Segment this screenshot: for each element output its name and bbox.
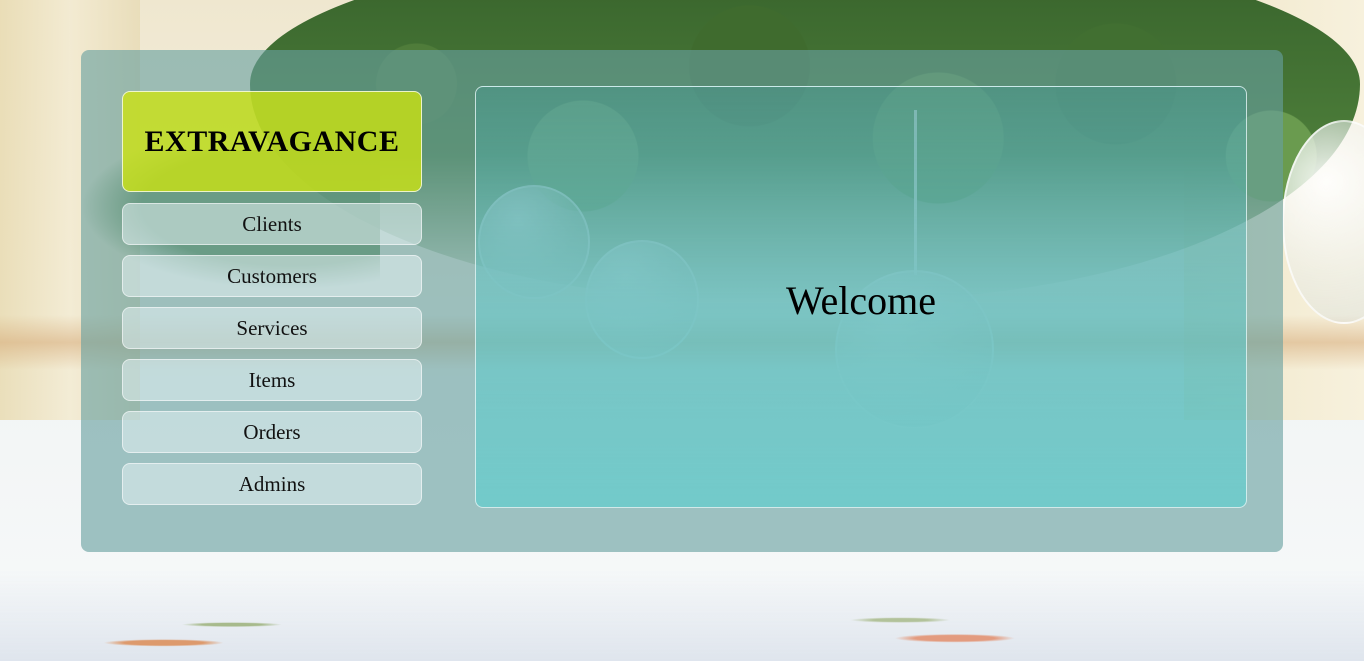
nav-item-services[interactable]: Services xyxy=(122,307,422,349)
welcome-heading: Welcome xyxy=(785,278,937,323)
nav-item-label: Orders xyxy=(243,419,301,444)
nav-item-label: Items xyxy=(248,367,296,392)
nav-item-clients[interactable]: Clients xyxy=(122,203,422,245)
nav-item-label: Admins xyxy=(238,471,306,496)
main-panel: EXTRAVAGANCE Clients Customers Services … xyxy=(81,50,1283,552)
content-area: Welcome xyxy=(475,86,1247,508)
nav-item-label: Clients xyxy=(242,211,302,236)
brand-logo-box[interactable]: EXTRAVAGANCE xyxy=(122,91,422,192)
nav-item-label: Services xyxy=(236,315,308,340)
nav-item-orders[interactable]: Orders xyxy=(122,411,422,453)
brand-name: EXTRAVAGANCE xyxy=(144,124,400,158)
background-table-flowers xyxy=(0,570,1364,661)
nav-item-label: Customers xyxy=(227,263,317,288)
nav-item-admins[interactable]: Admins xyxy=(122,463,422,505)
sidebar-nav: Clients Customers Services Items Orders … xyxy=(122,203,422,515)
nav-item-items[interactable]: Items xyxy=(122,359,422,401)
nav-item-customers[interactable]: Customers xyxy=(122,255,422,297)
